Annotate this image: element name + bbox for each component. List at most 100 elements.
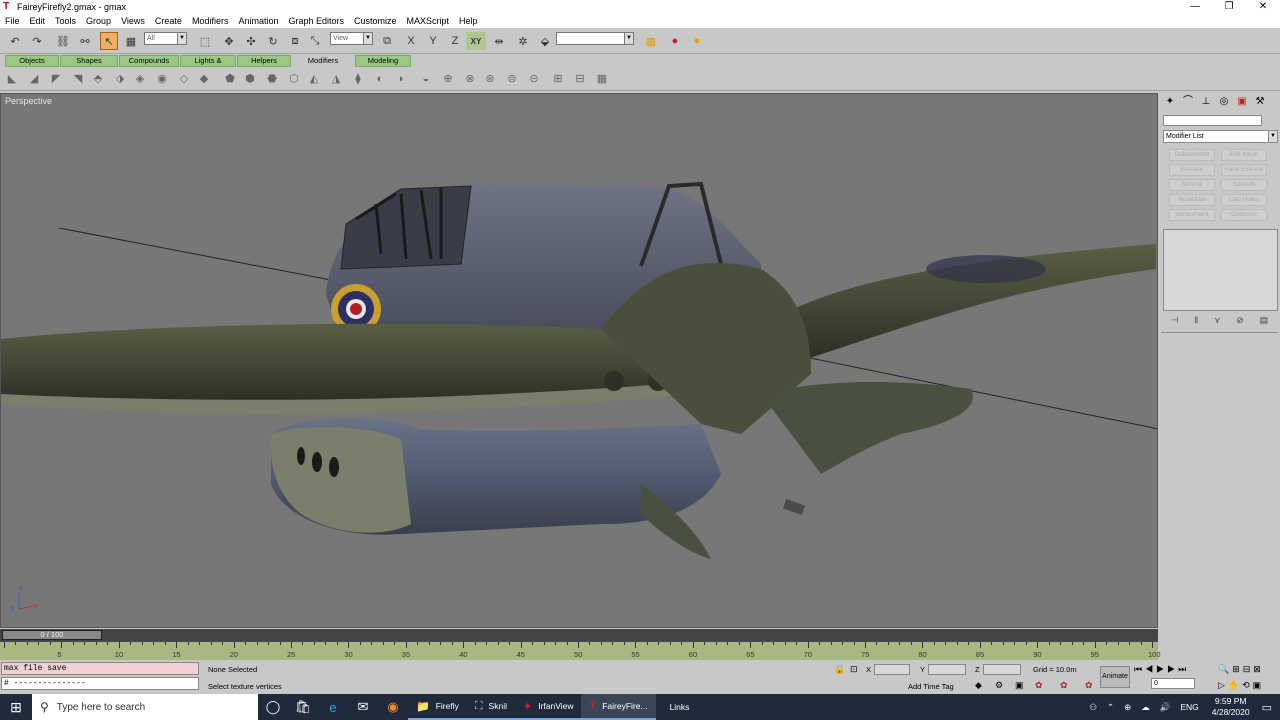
tab-helpers[interactable]: Helpers [237, 55, 291, 67]
absolute-mode-icon[interactable]: ⊡ [850, 664, 858, 675]
tray-network-icon[interactable]: ⊕ [1124, 702, 1131, 713]
xy-plane-button[interactable]: XY [466, 32, 486, 50]
modifier-shortcut-icon[interactable]: ⬗ [112, 71, 128, 87]
x-axis-icon[interactable]: X [402, 32, 420, 50]
animate-button[interactable]: Animate [1100, 666, 1130, 688]
modifier-shortcut-icon[interactable]: ◉ [154, 71, 170, 87]
modifier-shortcut-icon[interactable]: ⧫ [350, 71, 366, 87]
scale-icon[interactable]: ⧈ [286, 32, 304, 50]
task-view-icon[interactable]: ◯ [258, 694, 288, 720]
modifier-stack[interactable] [1163, 229, 1278, 311]
current-frame-field[interactable]: 0 [1151, 678, 1195, 689]
taskbar-app-sknil[interactable]: ⛶ Sknil [466, 694, 515, 720]
tab-modifiers[interactable]: Modifiers [292, 55, 354, 67]
language-indicator[interactable]: ENG [1180, 702, 1198, 712]
menu-item-create[interactable]: Create [150, 16, 187, 26]
modifier-button-smooth[interactable]: Smooth [1221, 179, 1267, 191]
menu-item-views[interactable]: Views [116, 16, 150, 26]
select-region-icon[interactable]: ⬚ [196, 32, 214, 50]
modifier-button-deletemesh[interactable]: DeleteMesh [1169, 149, 1215, 161]
object-name-field[interactable] [1163, 115, 1262, 126]
z-axis-icon[interactable]: Z [446, 32, 464, 50]
maxscript-input[interactable]: # --------------- [1, 677, 199, 690]
key-tangent-icon[interactable]: ✿ [1035, 680, 1043, 691]
menu-item-maxscript[interactable]: MAXScript [402, 16, 455, 26]
links-toolbar[interactable]: Links [662, 694, 698, 720]
quick-render-icon[interactable]: ● [688, 32, 706, 50]
squash-icon[interactable]: ⤡ [306, 32, 324, 50]
modifier-button-vertexpaint[interactable]: VertexPaint [1169, 209, 1215, 221]
menu-item-animation[interactable]: Animation [233, 16, 283, 26]
playback-controls[interactable]: ⏮◀▶▶⏭ [1134, 664, 1189, 675]
viewport-nav-controls-2[interactable]: ▷✋⟲▣ [1218, 680, 1264, 691]
modifier-shortcut-icon[interactable]: ⬡ [286, 71, 302, 87]
modifier-shortcut-icon[interactable]: ◆ [196, 71, 212, 87]
modifier-shortcut-icon[interactable]: ▦ [594, 71, 610, 87]
modifier-shortcut-icon[interactable]: ⬘ [90, 71, 106, 87]
pin-stack-icon[interactable]: ⊣ [1171, 315, 1179, 326]
modifier-shortcut-icon[interactable]: ⊟ [572, 71, 588, 87]
modifier-shortcut-icon[interactable]: ⊞ [550, 71, 566, 87]
modifier-button-tessellate[interactable]: Tessellate [1169, 194, 1215, 206]
tray-volume-icon[interactable]: 🔊 [1160, 702, 1171, 713]
notifications-icon[interactable]: ▭ [1262, 701, 1272, 714]
menu-item-graph-editors[interactable]: Graph Editors [283, 16, 349, 26]
modifier-shortcut-icon[interactable]: ◢ [26, 71, 42, 87]
modifier-shortcut-icon[interactable]: ⬢ [242, 71, 258, 87]
windows-start-icon[interactable]: ⊞ [0, 694, 32, 720]
mail-icon[interactable]: ✉ [348, 694, 378, 720]
select-object-icon[interactable]: ↖ [100, 32, 118, 50]
set-key-icon[interactable]: ▣ [1015, 680, 1024, 691]
time-slider-track[interactable]: 0 / 100 [0, 629, 1158, 641]
select-link-icon[interactable]: ⛓ [54, 32, 72, 50]
modifier-button-cap-holes[interactable]: Cap Holes [1221, 194, 1267, 206]
key-tangent-icon[interactable]: ✿ [1085, 680, 1093, 691]
configure-sets-icon[interactable]: ▤ [1260, 315, 1269, 326]
modifier-shortcut-icon[interactable]: ⊝ [526, 71, 542, 87]
taskbar-app-firefly[interactable]: 📁 Firefly [408, 694, 467, 720]
taskbar-app-irfanview[interactable]: ✦ IrfanView [514, 694, 582, 720]
modifier-shortcut-icon[interactable]: ◮ [328, 71, 344, 87]
maxscript-listener-line[interactable]: max file save [1, 662, 199, 675]
tab-shapes[interactable]: Shapes [60, 55, 118, 67]
z-coordinate-field[interactable] [983, 664, 1021, 675]
rotate-view-icon[interactable]: ✣ [242, 32, 260, 50]
modifier-shortcut-icon[interactable]: ⊕ [440, 71, 456, 87]
select-by-name-icon[interactable]: ▦ [122, 32, 140, 50]
x-coordinate-field[interactable] [874, 664, 910, 675]
modifier-shortcut-icon[interactable]: ◒ [418, 71, 434, 87]
close-button[interactable]: ✕ [1246, 0, 1280, 14]
remove-modifier-icon[interactable]: ⊘ [1236, 315, 1244, 326]
modifier-shortcut-icon[interactable]: ◤ [48, 71, 64, 87]
modifier-button-face-extrude[interactable]: Face Extrude [1221, 164, 1267, 176]
modifier-button-optimize[interactable]: Optimize [1221, 209, 1267, 221]
undo-icon[interactable]: ↶ [6, 32, 24, 50]
menu-item-modifiers[interactable]: Modifiers [187, 16, 234, 26]
modifier-shortcut-icon[interactable]: ⬟ [222, 71, 238, 87]
tab-compounds[interactable]: Compounds [119, 55, 179, 67]
firefox-icon[interactable]: ◉ [378, 694, 408, 720]
tab-objects[interactable]: Objects [5, 55, 59, 67]
perspective-viewport[interactable]: Perspective z y x [0, 93, 1158, 628]
modifier-shortcut-icon[interactable]: ◈ [132, 71, 148, 87]
y-axis-icon[interactable]: Y [424, 32, 442, 50]
ref-coord-dropdown[interactable]: View ▼ [330, 32, 373, 45]
modifier-shortcut-icon[interactable]: ⬣ [264, 71, 280, 87]
menu-item-tools[interactable]: Tools [50, 16, 81, 26]
snap-icon[interactable]: ⬙ [536, 32, 554, 50]
modifier-button-edit-mesh[interactable]: Edit Mesh [1221, 149, 1267, 161]
taskbar-search[interactable]: ⚲ Type here to search [32, 694, 258, 720]
tray-cloud-icon[interactable]: ☁ [1141, 702, 1150, 713]
menu-item-edit[interactable]: Edit [25, 16, 51, 26]
key-filter-icon[interactable]: ⚙ [995, 680, 1003, 691]
show-end-result-icon[interactable]: ‖ [1194, 315, 1198, 326]
menu-item-group[interactable]: Group [81, 16, 116, 26]
modifier-shortcut-icon[interactable]: ◐ [372, 71, 388, 87]
named-selection-dropdown[interactable]: ▼ [556, 32, 634, 45]
render-teapot-icon[interactable]: ● [666, 32, 684, 50]
unlink-icon[interactable]: ⚯ [76, 32, 94, 50]
align-icon[interactable]: ✲ [514, 32, 532, 50]
modifier-shortcut-icon[interactable]: ⊗ [462, 71, 478, 87]
modifier-shortcut-icon[interactable]: ⊛ [482, 71, 498, 87]
keymode-icon[interactable]: ◆ [975, 680, 982, 691]
